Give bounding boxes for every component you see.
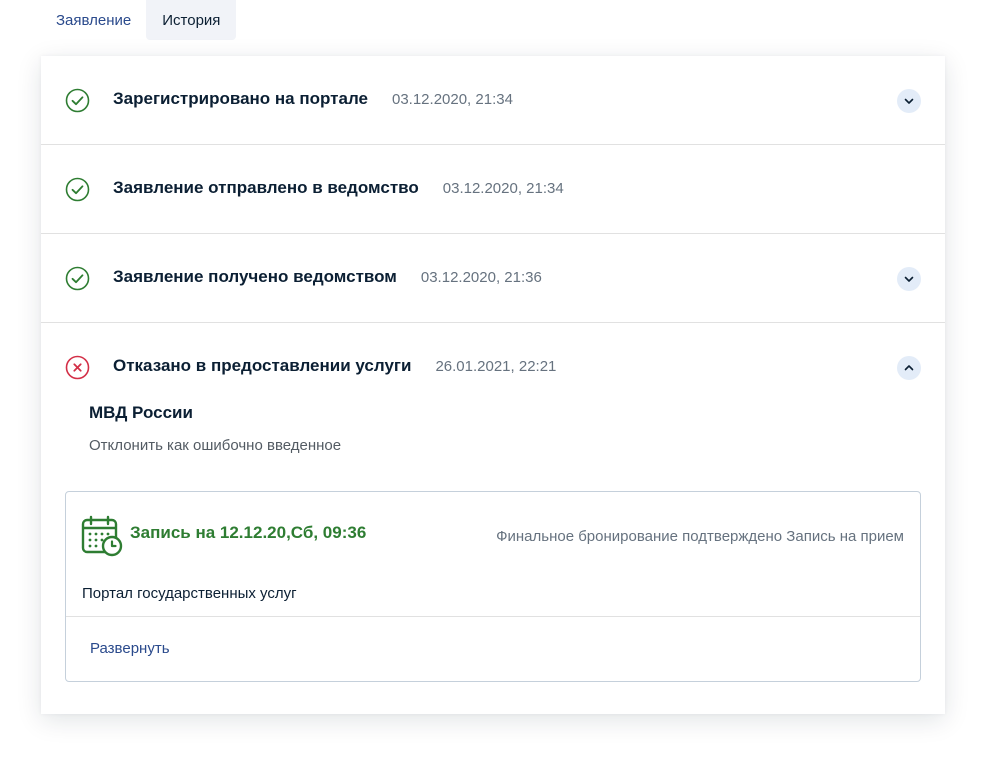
check-circle-icon: [65, 177, 90, 202]
history-item[interactable]: Зарегистрировано на портале 03.12.2020, …: [41, 56, 945, 145]
check-circle-icon: [65, 88, 90, 113]
expand-button[interactable]: [897, 267, 921, 291]
booking-portal: Портал государственных услуг: [82, 585, 297, 602]
booking-card: Запись на 12.12.20,Сб, 09:36 Финальное б…: [65, 491, 921, 682]
history-item-date: 03.12.2020, 21:34: [442, 180, 564, 197]
organization-name: МВД России: [89, 403, 193, 422]
expand-link[interactable]: Развернуть: [90, 640, 170, 657]
history-item-title: Заявление получено ведомством: [113, 267, 397, 286]
history-item-header: Заявление отправлено в ведомство 03.12.2…: [113, 178, 564, 198]
chevron-up-icon: [904, 365, 914, 371]
calendar-clock-icon: [81, 515, 123, 557]
history-card: Зарегистрировано на портале 03.12.2020, …: [41, 56, 945, 714]
history-item-date: 03.12.2020, 21:36: [420, 269, 542, 286]
history-item-header: Зарегистрировано на портале 03.12.2020, …: [113, 89, 513, 109]
booking-status: Финальное бронирование подтверждено Запи…: [496, 528, 904, 545]
history-item-header-row[interactable]: Отказано в предоставлении услуги 26.01.2…: [41, 323, 945, 412]
tab-application[interactable]: Заявление: [41, 0, 146, 40]
history-item-title: Заявление отправлено в ведомство: [113, 178, 419, 197]
divider: [66, 616, 920, 617]
history-item-date: 26.01.2021, 22:21: [435, 358, 557, 375]
tab-history[interactable]: История: [146, 0, 237, 40]
cross-circle-icon: [65, 355, 90, 380]
history-item-header: Отказано в предоставлении услуги 26.01.2…: [113, 356, 556, 376]
history-item-date: 03.12.2020, 21:34: [391, 91, 513, 108]
booking-title: Запись на 12.12.20,Сб, 09:36: [130, 523, 367, 542]
tabs-bar: Заявление История: [41, 0, 237, 40]
history-item-title: Зарегистрировано на портале: [113, 89, 368, 108]
history-item-expanded: Отказано в предоставлении услуги 26.01.2…: [41, 323, 945, 714]
chevron-down-icon: [904, 98, 914, 104]
check-circle-icon: [65, 266, 90, 291]
history-item-header: Заявление получено ведомством 03.12.2020…: [113, 267, 542, 287]
chevron-down-icon: [904, 276, 914, 282]
expand-button[interactable]: [897, 89, 921, 113]
history-item-title: Отказано в предоставлении услуги: [113, 356, 412, 375]
collapse-button[interactable]: [897, 356, 921, 380]
rejection-reason: Отклонить как ошибочно введенное: [89, 437, 342, 454]
history-item: Заявление отправлено в ведомство 03.12.2…: [41, 145, 945, 234]
history-item[interactable]: Заявление получено ведомством 03.12.2020…: [41, 234, 945, 323]
